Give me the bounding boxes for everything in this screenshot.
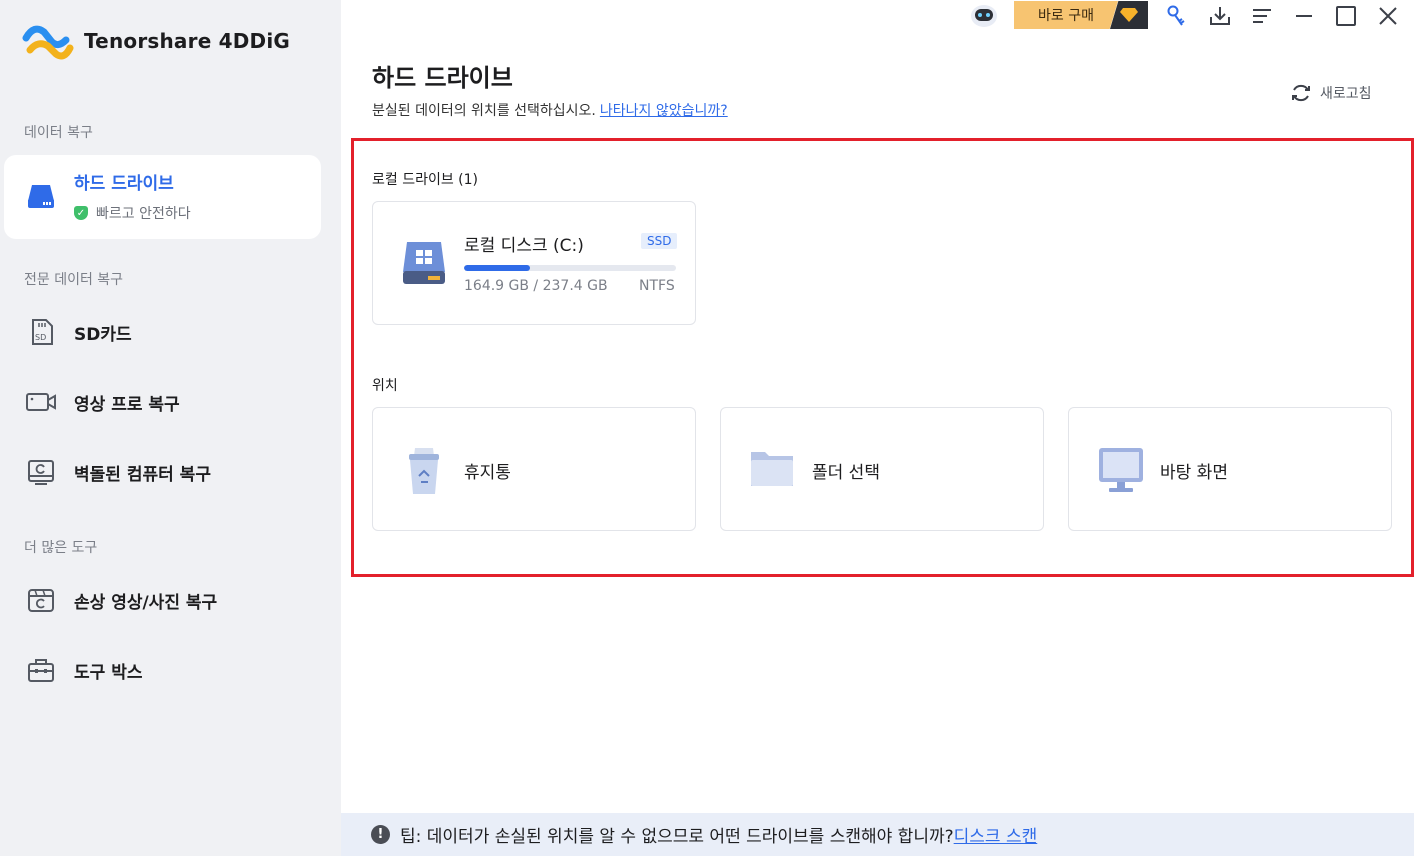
- sidebar: Tenorshare 4DDiG 데이터 복구 하드 드라이브 ✓ 빠르고 안전…: [0, 0, 341, 856]
- location-label: 폴더 선택: [812, 463, 880, 483]
- toolbox-icon: [24, 653, 58, 687]
- sidebar-item-hard-drive[interactable]: 하드 드라이브 ✓ 빠르고 안전하다: [4, 155, 321, 239]
- drive-card-c[interactable]: 로컬 디스크 (C:) SSD 164.9 GB / 237.4 GB NTFS: [372, 201, 696, 325]
- disk-scan-link[interactable]: 디스크 스캔: [954, 822, 1038, 847]
- menu-icon[interactable]: [1247, 2, 1277, 30]
- refresh-label: 새로고침: [1320, 86, 1372, 102]
- tip-bar: ! 팁: 데이터가 손실된 위치를 알 수 없으므로 어떤 드라이브를 스캔해야…: [341, 813, 1414, 856]
- buy-now-label: 바로 구매: [1014, 1, 1118, 29]
- sidebar-item-label: 하드 드라이브: [74, 174, 174, 194]
- title-bar: 바로 구매: [341, 0, 1414, 32]
- section-title-data-recovery: 데이터 복구: [24, 125, 93, 141]
- drive-usage-fill: [464, 265, 530, 271]
- minimize-icon[interactable]: [1289, 2, 1319, 30]
- buy-now-button[interactable]: 바로 구매: [1014, 1, 1148, 29]
- app-title: Tenorshare 4DDiG: [84, 29, 291, 53]
- location-select-folder[interactable]: 폴더 선택: [720, 407, 1044, 531]
- drive-type-badge: SSD: [641, 233, 678, 249]
- sidebar-item-sub-text: 빠르고 안전하다: [96, 206, 191, 222]
- download-icon[interactable]: [1205, 2, 1235, 30]
- section-title-pro-recovery: 전문 데이터 복구: [24, 272, 124, 288]
- sidebar-item-label: 벽돌된 컴퓨터 복구: [74, 464, 211, 485]
- tip-text: 팁: 데이터가 손실된 위치를 알 수 없으므로 어떤 드라이브를 스캔해야 합…: [400, 827, 954, 847]
- refresh-button[interactable]: 새로고침: [1290, 82, 1372, 104]
- video-camera-icon: [24, 385, 58, 419]
- location-label: 휴지통: [464, 463, 511, 483]
- locations-label: 위치: [372, 378, 398, 394]
- drive-filesystem: NTFS: [639, 278, 675, 294]
- not-shown-link[interactable]: 나타나지 않았습니까?: [600, 103, 728, 119]
- sidebar-item-label: 손상 영상/사진 복구: [74, 592, 218, 613]
- location-desktop[interactable]: 바탕 화면: [1068, 407, 1392, 531]
- local-drives-label: 로컬 드라이브 (1): [372, 172, 479, 188]
- recycle-bin-icon: [401, 446, 447, 494]
- sidebar-item-label: SD카드: [74, 324, 132, 345]
- assistant-robot-icon[interactable]: [967, 2, 1001, 30]
- location-recycle-bin[interactable]: 휴지통: [372, 407, 696, 531]
- sidebar-item-label: 영상 프로 복구: [74, 394, 180, 415]
- sidebar-item-sub: ✓ 빠르고 안전하다: [74, 203, 191, 223]
- svg-text:SD: SD: [35, 333, 46, 342]
- sidebar-item-photo-repair[interactable]: 손상 영상/사진 복구: [4, 568, 321, 632]
- desktop-icon: [1097, 446, 1143, 494]
- sd-card-icon: SD: [24, 315, 58, 349]
- sidebar-item-sd-card[interactable]: SD SD카드: [4, 300, 321, 364]
- location-label: 바탕 화면: [1160, 463, 1228, 483]
- close-icon[interactable]: [1373, 2, 1403, 30]
- page-title: 하드 드라이브: [372, 64, 513, 92]
- maximize-icon[interactable]: [1331, 2, 1361, 30]
- hard-drive-icon: [24, 179, 58, 213]
- photo-repair-icon: [24, 583, 58, 617]
- page-subtitle: 분실된 데이터의 위치를 선택하십시오. 나타나지 않았습니까?: [372, 100, 728, 120]
- disk-drive-icon: [401, 238, 447, 292]
- logo-icon: [22, 25, 74, 60]
- info-icon: !: [371, 825, 390, 844]
- drive-usage-bar: [464, 265, 676, 271]
- computer-icon: [24, 455, 58, 489]
- drive-name: 로컬 디스크 (C:): [464, 236, 584, 256]
- sidebar-item-label: 도구 박스: [74, 662, 143, 683]
- shield-check-icon: ✓: [74, 206, 88, 220]
- section-title-more-tools: 더 많은 도구: [24, 540, 98, 556]
- key-icon[interactable]: [1161, 2, 1191, 30]
- refresh-icon: [1292, 84, 1310, 102]
- page-subtitle-text: 분실된 데이터의 위치를 선택하십시오.: [372, 103, 596, 119]
- drive-size: 164.9 GB / 237.4 GB: [464, 278, 608, 294]
- sidebar-item-bricked-computer[interactable]: 벽돌된 컴퓨터 복구: [4, 440, 321, 504]
- folder-icon: [749, 446, 795, 494]
- app-logo: Tenorshare 4DDiG: [22, 18, 290, 64]
- sidebar-item-toolbox[interactable]: 도구 박스: [4, 638, 321, 702]
- sidebar-item-video-pro[interactable]: 영상 프로 복구: [4, 370, 321, 434]
